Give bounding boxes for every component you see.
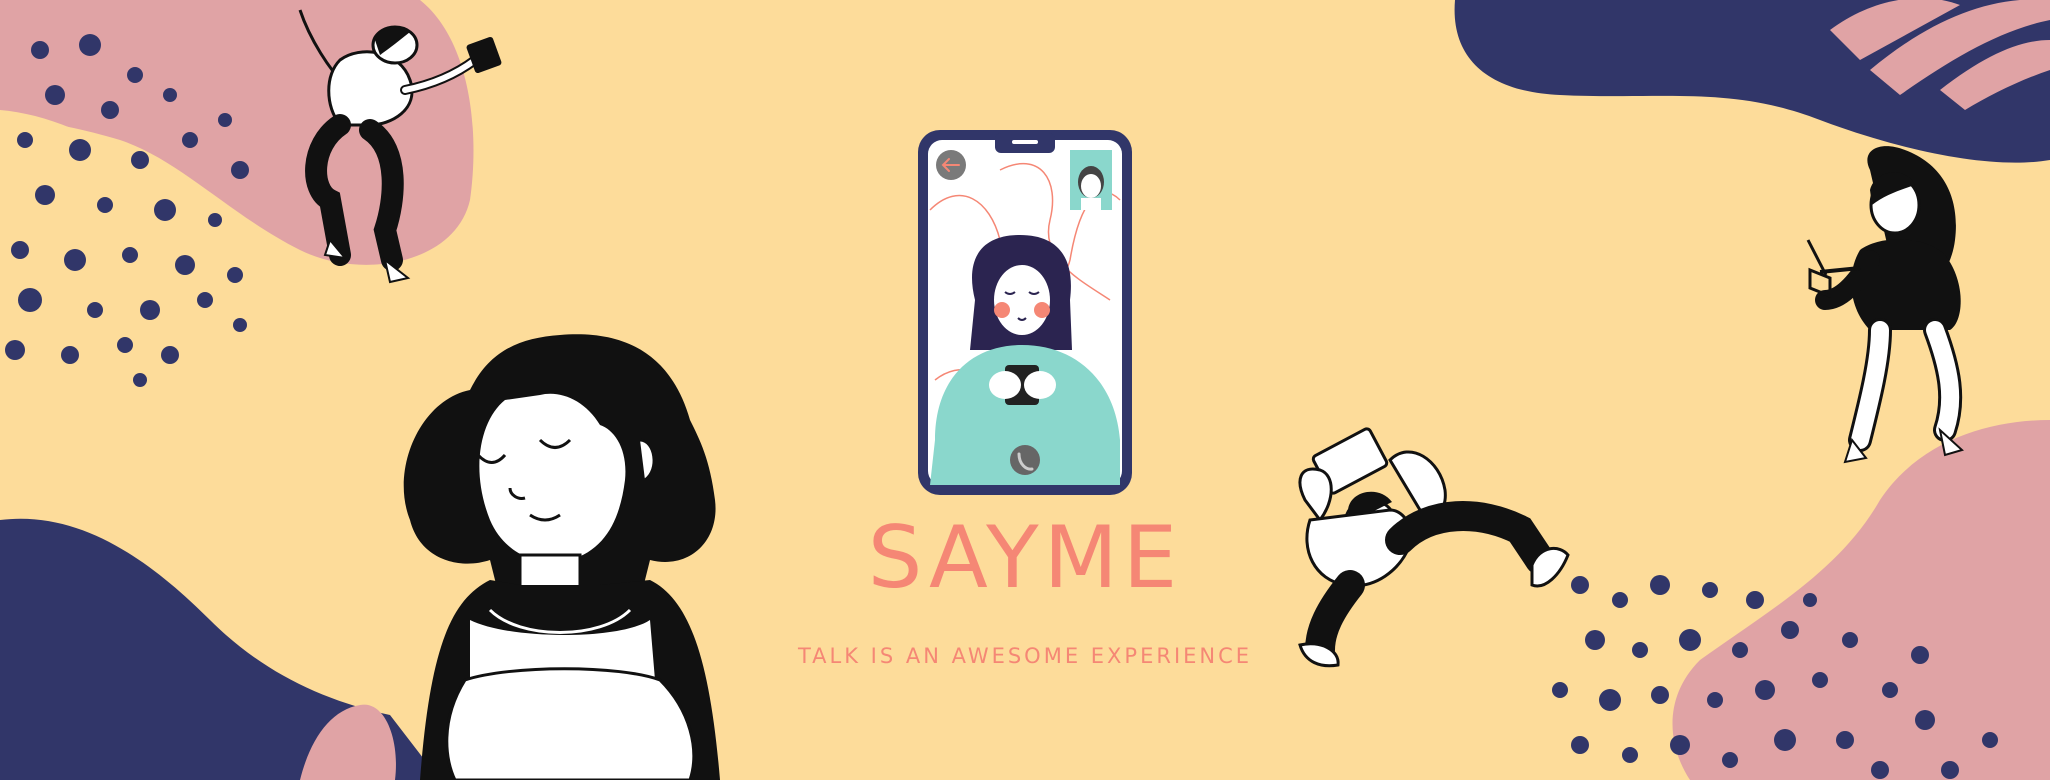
banner: SAYME TALK IS AN AWESOME EXPERIENCE [0, 0, 2050, 780]
person-with-laptop-illustration [1806, 146, 1964, 464]
phone-call-icon [1010, 445, 1040, 475]
top-right-blob [1454, 0, 2050, 163]
brand-tagline: TALK IS AN AWESOME EXPERIENCE [797, 644, 1253, 668]
self-view-thumbnail [1070, 150, 1112, 210]
brand-title: SAYME [867, 508, 1183, 608]
phone-illustration [918, 130, 1132, 495]
back-arrow-icon [936, 150, 966, 180]
